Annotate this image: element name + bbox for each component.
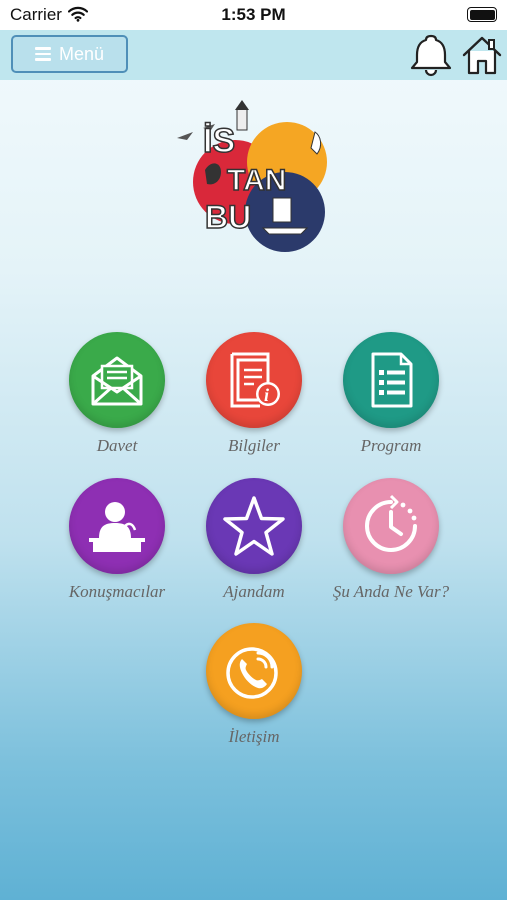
tile-label-davet: Davet	[96, 436, 138, 455]
top-navbar: Menü	[0, 30, 507, 80]
status-bar: Carrier 1:53 PM	[0, 0, 507, 30]
ajandam-button[interactable]	[206, 478, 302, 574]
logo-text-tan: TAN	[227, 164, 286, 197]
program-button[interactable]	[343, 332, 439, 428]
tile-label-konusmacilar: Konuşmacılar	[68, 582, 166, 601]
hamburger-icon	[34, 47, 51, 61]
speaker-podium-icon	[89, 502, 145, 552]
svg-text:i: i	[264, 385, 269, 405]
tile-label-program: Program	[360, 436, 422, 455]
checklist-icon	[371, 352, 413, 408]
tile-davet[interactable]: Davet	[47, 332, 187, 456]
iletisim-button[interactable]	[206, 623, 302, 719]
menu-button[interactable]: Menü	[11, 35, 128, 73]
tile-label-iletisim: İletişim	[228, 727, 280, 746]
bilgiler-button[interactable]: i	[206, 332, 302, 428]
logo-text-bu: BU	[205, 199, 251, 235]
info-document-icon: i	[230, 352, 280, 408]
konusmacilar-button[interactable]	[69, 478, 165, 574]
istanbul-logo: İS TAN BU	[175, 100, 335, 260]
menu-button-label: Menü	[58, 43, 105, 64]
logo-text-is: İS	[203, 122, 235, 160]
tile-konusmacilar[interactable]: Konuşmacılar	[47, 478, 187, 602]
home-icon[interactable]	[461, 34, 503, 81]
tile-ajandam[interactable]: Ajandam	[184, 478, 324, 602]
davet-button[interactable]	[69, 332, 165, 428]
battery-icon	[467, 7, 497, 22]
tile-program[interactable]: Program	[321, 332, 461, 456]
tile-label-su-anda-ne-var: Şu Anda Ne Var?	[332, 582, 450, 601]
bell-icon[interactable]	[408, 33, 454, 82]
clock-icon	[365, 494, 417, 552]
su-anda-ne-var-button[interactable]	[343, 478, 439, 574]
tile-bilgiler[interactable]: i Bilgiler	[184, 332, 324, 456]
tile-su-anda-ne-var[interactable]: Şu Anda Ne Var?	[321, 478, 461, 602]
star-icon	[223, 496, 285, 556]
status-time: 1:53 PM	[221, 5, 286, 24]
envelope-icon	[91, 356, 143, 406]
tile-label-bilgiler: Bilgiler	[228, 436, 280, 455]
tile-iletisim[interactable]: İletişim	[184, 623, 324, 747]
phone-icon	[226, 647, 278, 699]
tile-label-ajandam: Ajandam	[223, 582, 285, 601]
